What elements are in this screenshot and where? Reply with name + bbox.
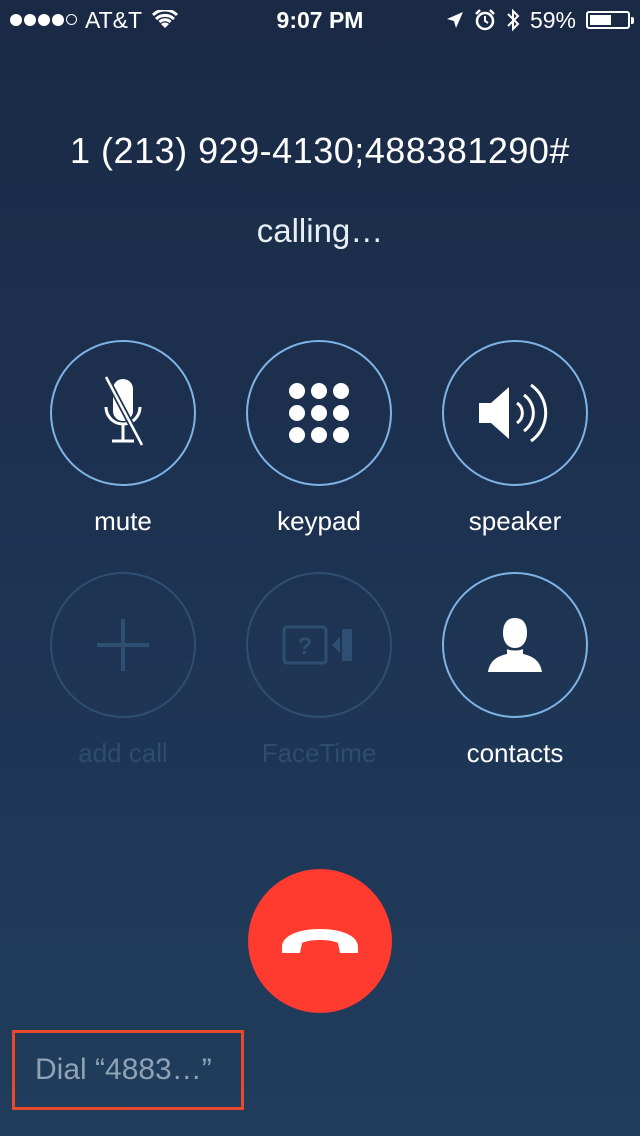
facetime-unknown-icon: ? — [282, 625, 352, 665]
location-icon — [446, 12, 463, 28]
add-call-label: add call — [78, 738, 168, 768]
keypad-button[interactable]: keypad — [246, 340, 392, 537]
contacts-button[interactable]: contacts — [442, 572, 588, 769]
keypad-icon — [289, 383, 349, 443]
plus-icon — [97, 619, 149, 671]
mute-button[interactable]: mute — [50, 340, 196, 537]
bluetooth-icon — [507, 8, 520, 32]
add-call-button[interactable]: add call — [50, 572, 196, 769]
speaker-label: speaker — [468, 506, 562, 536]
svg-text:?: ? — [298, 633, 313, 660]
end-call-button[interactable] — [248, 869, 392, 1013]
status-bar: AT&T 9:07 PM 59% — [0, 0, 640, 40]
phone-hangup-icon — [282, 929, 358, 953]
battery-icon — [586, 11, 634, 29]
dial-pending-label: Dial “4883…” — [35, 1053, 212, 1086]
dial-pending-button[interactable]: Dial “4883…” — [12, 1030, 244, 1110]
speaker-circle[interactable] — [442, 340, 588, 486]
battery-percentage: 59% — [529, 7, 576, 33]
alarm-icon — [475, 9, 495, 31]
mute-label: mute — [94, 506, 152, 536]
contacts-label: contacts — [466, 738, 564, 768]
keypad-circle[interactable] — [246, 340, 392, 486]
mute-circle[interactable] — [50, 340, 196, 486]
contact-person-icon — [488, 618, 542, 672]
speaker-icon — [479, 383, 548, 443]
call-status: calling… — [256, 212, 384, 249]
speaker-button[interactable]: speaker — [442, 340, 588, 537]
microphone-muted-icon — [103, 375, 145, 447]
keypad-label: keypad — [277, 506, 361, 536]
facetime-label: FaceTime — [261, 738, 377, 768]
status-right: 59% — [446, 0, 634, 40]
contacts-circle[interactable] — [442, 572, 588, 718]
call-number: 1 (213) 929-4130;488381290# — [70, 130, 570, 171]
facetime-circle[interactable]: ? — [246, 572, 392, 718]
facetime-button[interactable]: ? FaceTime — [246, 572, 392, 769]
add-call-circle[interactable] — [50, 572, 196, 718]
